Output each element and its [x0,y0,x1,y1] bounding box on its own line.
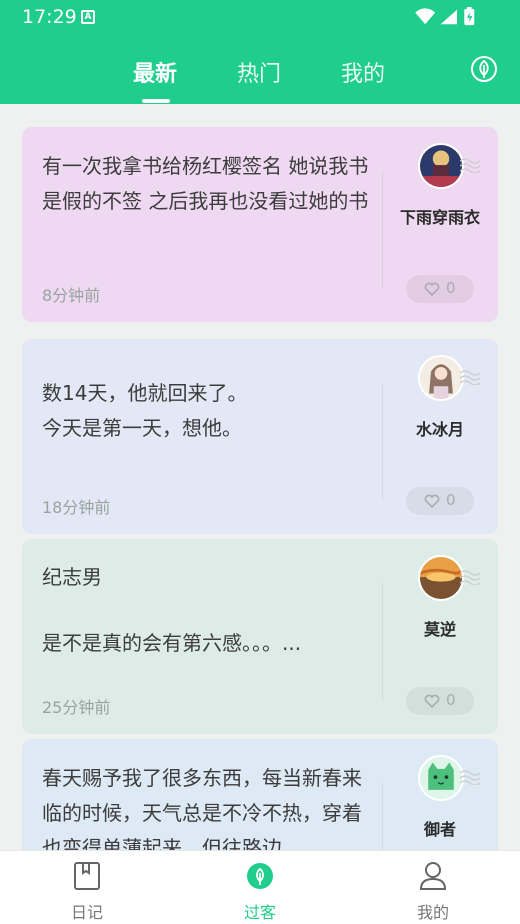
diary-card[interactable]: 数14天，他就回来了。 今天是第一天，想他。 18分钟前 水冰月 0 [22,339,498,534]
like-button[interactable]: 0 [406,275,474,303]
diary-card[interactable]: 有一次我拿书给杨红樱签名 她说我书是假的不签 之后我再也没看过她的书 8分钟前 … [22,127,498,322]
heart-icon [424,694,440,708]
nav-item-profile[interactable]: 我的 [373,851,493,924]
notification-icon: A [81,10,95,24]
wave-icon [460,770,480,785]
diary-card[interactable]: 纪志男 是不是真的会有第六感。。。... 25分钟前 莫逆 0 [22,539,498,734]
wave-icon [460,570,480,585]
nav-label: 日记 [70,903,103,922]
avatar[interactable] [418,355,464,401]
status-bar: 17:29 A [0,0,520,34]
status-icons [415,7,475,26]
card-time: 18分钟前 [42,498,111,517]
author-name[interactable]: 水冰月 [382,416,498,440]
nav-label: 过客 [243,903,276,922]
leaf-icon[interactable] [470,55,498,83]
card-text: 数14天，他就回来了。 今天是第一天，想他。 [42,381,248,440]
signal-icon [440,9,457,25]
bottom-nav: 日记 过客 我的 [0,850,520,924]
profile-icon [419,862,447,890]
card-divider [382,383,383,501]
like-button[interactable]: 0 [406,487,474,515]
wave-icon [460,158,480,173]
avatar[interactable] [418,143,464,189]
status-time: 17:29 [22,6,77,28]
active-tab-indicator [142,99,170,103]
card-divider [382,583,383,701]
like-count: 0 [446,491,456,509]
like-button[interactable]: 0 [406,687,474,715]
card-time: 8分钟前 [42,286,101,305]
avatar[interactable] [418,555,464,601]
wifi-icon [415,8,436,25]
author-name[interactable]: 御者 [382,816,498,840]
card-text: 春天赐予我了很多东西，每当新春来临的时候，天气总是不冷不热，穿着也变得单薄起来，… [42,766,362,850]
card-time: 25分钟前 [42,698,111,717]
app-header: 17:29 A 最新 热门 我的 [0,0,520,104]
top-tabs: 最新 热门 我的 [0,50,520,104]
leaf-icon [247,863,273,889]
like-count: 0 [446,691,456,709]
card-text: 纪志男 是不是真的会有第六感。。。... [42,565,302,655]
tab-mine[interactable]: 我的 [341,56,385,88]
nav-item-passerby[interactable]: 过客 [200,851,320,924]
feed-list: 有一次我拿书给杨红樱签名 她说我书是假的不签 之后我再也没看过她的书 8分钟前 … [0,104,520,850]
author-name[interactable]: 莫逆 [382,616,498,640]
tab-hot[interactable]: 热门 [237,56,281,88]
author-name[interactable]: 下雨穿雨衣 [382,204,498,228]
diary-icon [74,862,100,890]
card-text: 有一次我拿书给杨红樱签名 她说我书是假的不签 之后我再也没看过她的书 [42,154,369,213]
avatar[interactable] [418,755,464,801]
wave-icon [460,370,480,385]
diary-card[interactable]: 春天赐予我了很多东西，每当新春来临的时候，天气总是不冷不热，穿着也变得单薄起来，… [22,739,498,850]
nav-item-diary[interactable]: 日记 [27,851,147,924]
tab-latest[interactable]: 最新 [133,56,177,88]
like-count: 0 [446,279,456,297]
heart-icon [424,282,440,296]
nav-label: 我的 [416,903,449,922]
heart-icon [424,494,440,508]
card-divider [382,171,383,289]
